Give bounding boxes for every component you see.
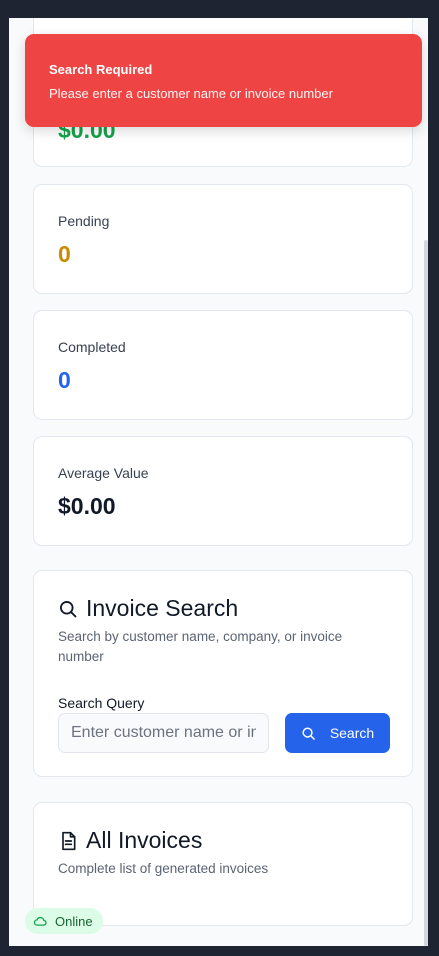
- search-icon: [302, 726, 315, 740]
- search-button[interactable]: Search: [285, 713, 390, 753]
- stat-card-completed: Completed 0: [33, 310, 413, 420]
- invoice-search-heading: Invoice Search: [58, 595, 238, 622]
- stat-card-average: Average Value $0.00: [33, 436, 413, 546]
- search-icon: [60, 600, 77, 617]
- invoice-search-description: Search by customer name, company, or inv…: [58, 629, 343, 664]
- app-window: $0.00 Pending 0 Completed 0 Average Valu…: [9, 18, 428, 946]
- stat-value-pending: 0: [58, 241, 71, 267]
- stat-label-average: Average Value: [58, 465, 149, 481]
- online-status-badge: Online: [25, 908, 103, 934]
- stat-label-pending: Pending: [58, 213, 110, 229]
- scrollbar[interactable]: [424, 240, 428, 946]
- all-invoices-description: Complete list of generated invoices: [58, 861, 269, 876]
- invoice-search-card: Invoice Search Search by customer name, …: [33, 570, 413, 777]
- search-button-label: Search: [329, 725, 375, 741]
- toast-message: Please enter a customer name or invoice …: [49, 86, 333, 101]
- error-toast[interactable]: Search Required Please enter a customer …: [25, 34, 422, 127]
- document-icon: [62, 831, 76, 850]
- toast-title: Search Required: [49, 62, 153, 77]
- search-input[interactable]: [58, 713, 269, 753]
- search-query-label: Search Query: [58, 695, 145, 711]
- all-invoices-heading: All Invoices: [58, 827, 202, 854]
- all-invoices-title: All Invoices: [86, 827, 203, 853]
- invoice-search-title: Invoice Search: [86, 595, 239, 621]
- cloud-icon: [33, 916, 47, 926]
- online-status-label: Online: [55, 913, 93, 929]
- stat-card-pending: Pending 0: [33, 184, 413, 294]
- stat-label-completed: Completed: [58, 339, 126, 355]
- stat-value-completed: 0: [58, 367, 71, 393]
- stat-value-average: $0.00: [58, 493, 116, 519]
